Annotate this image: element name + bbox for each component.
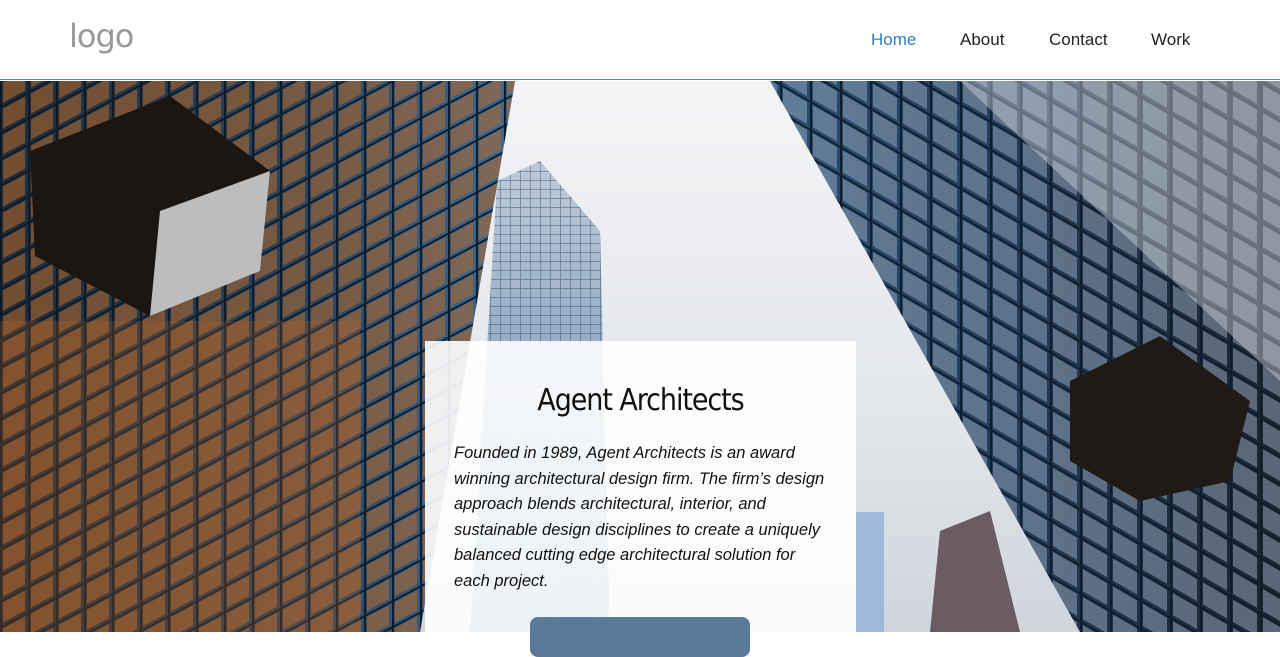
company-title: Agent Architects (537, 383, 744, 418)
nav-work[interactable]: Work (1151, 28, 1190, 52)
nav-about[interactable]: About (960, 28, 1004, 52)
nav-home[interactable]: Home (871, 28, 916, 52)
nav-contact[interactable]: Contact (1049, 28, 1108, 52)
intro-card: Agent Architects Founded in 1989, Agent … (425, 341, 856, 657)
site-header: logo Home About Contact Work (0, 0, 1280, 80)
cta-button[interactable] (530, 617, 750, 657)
company-description: Founded in 1989, Agent Architects is an … (454, 444, 825, 590)
logo[interactable]: logo (69, 16, 134, 56)
